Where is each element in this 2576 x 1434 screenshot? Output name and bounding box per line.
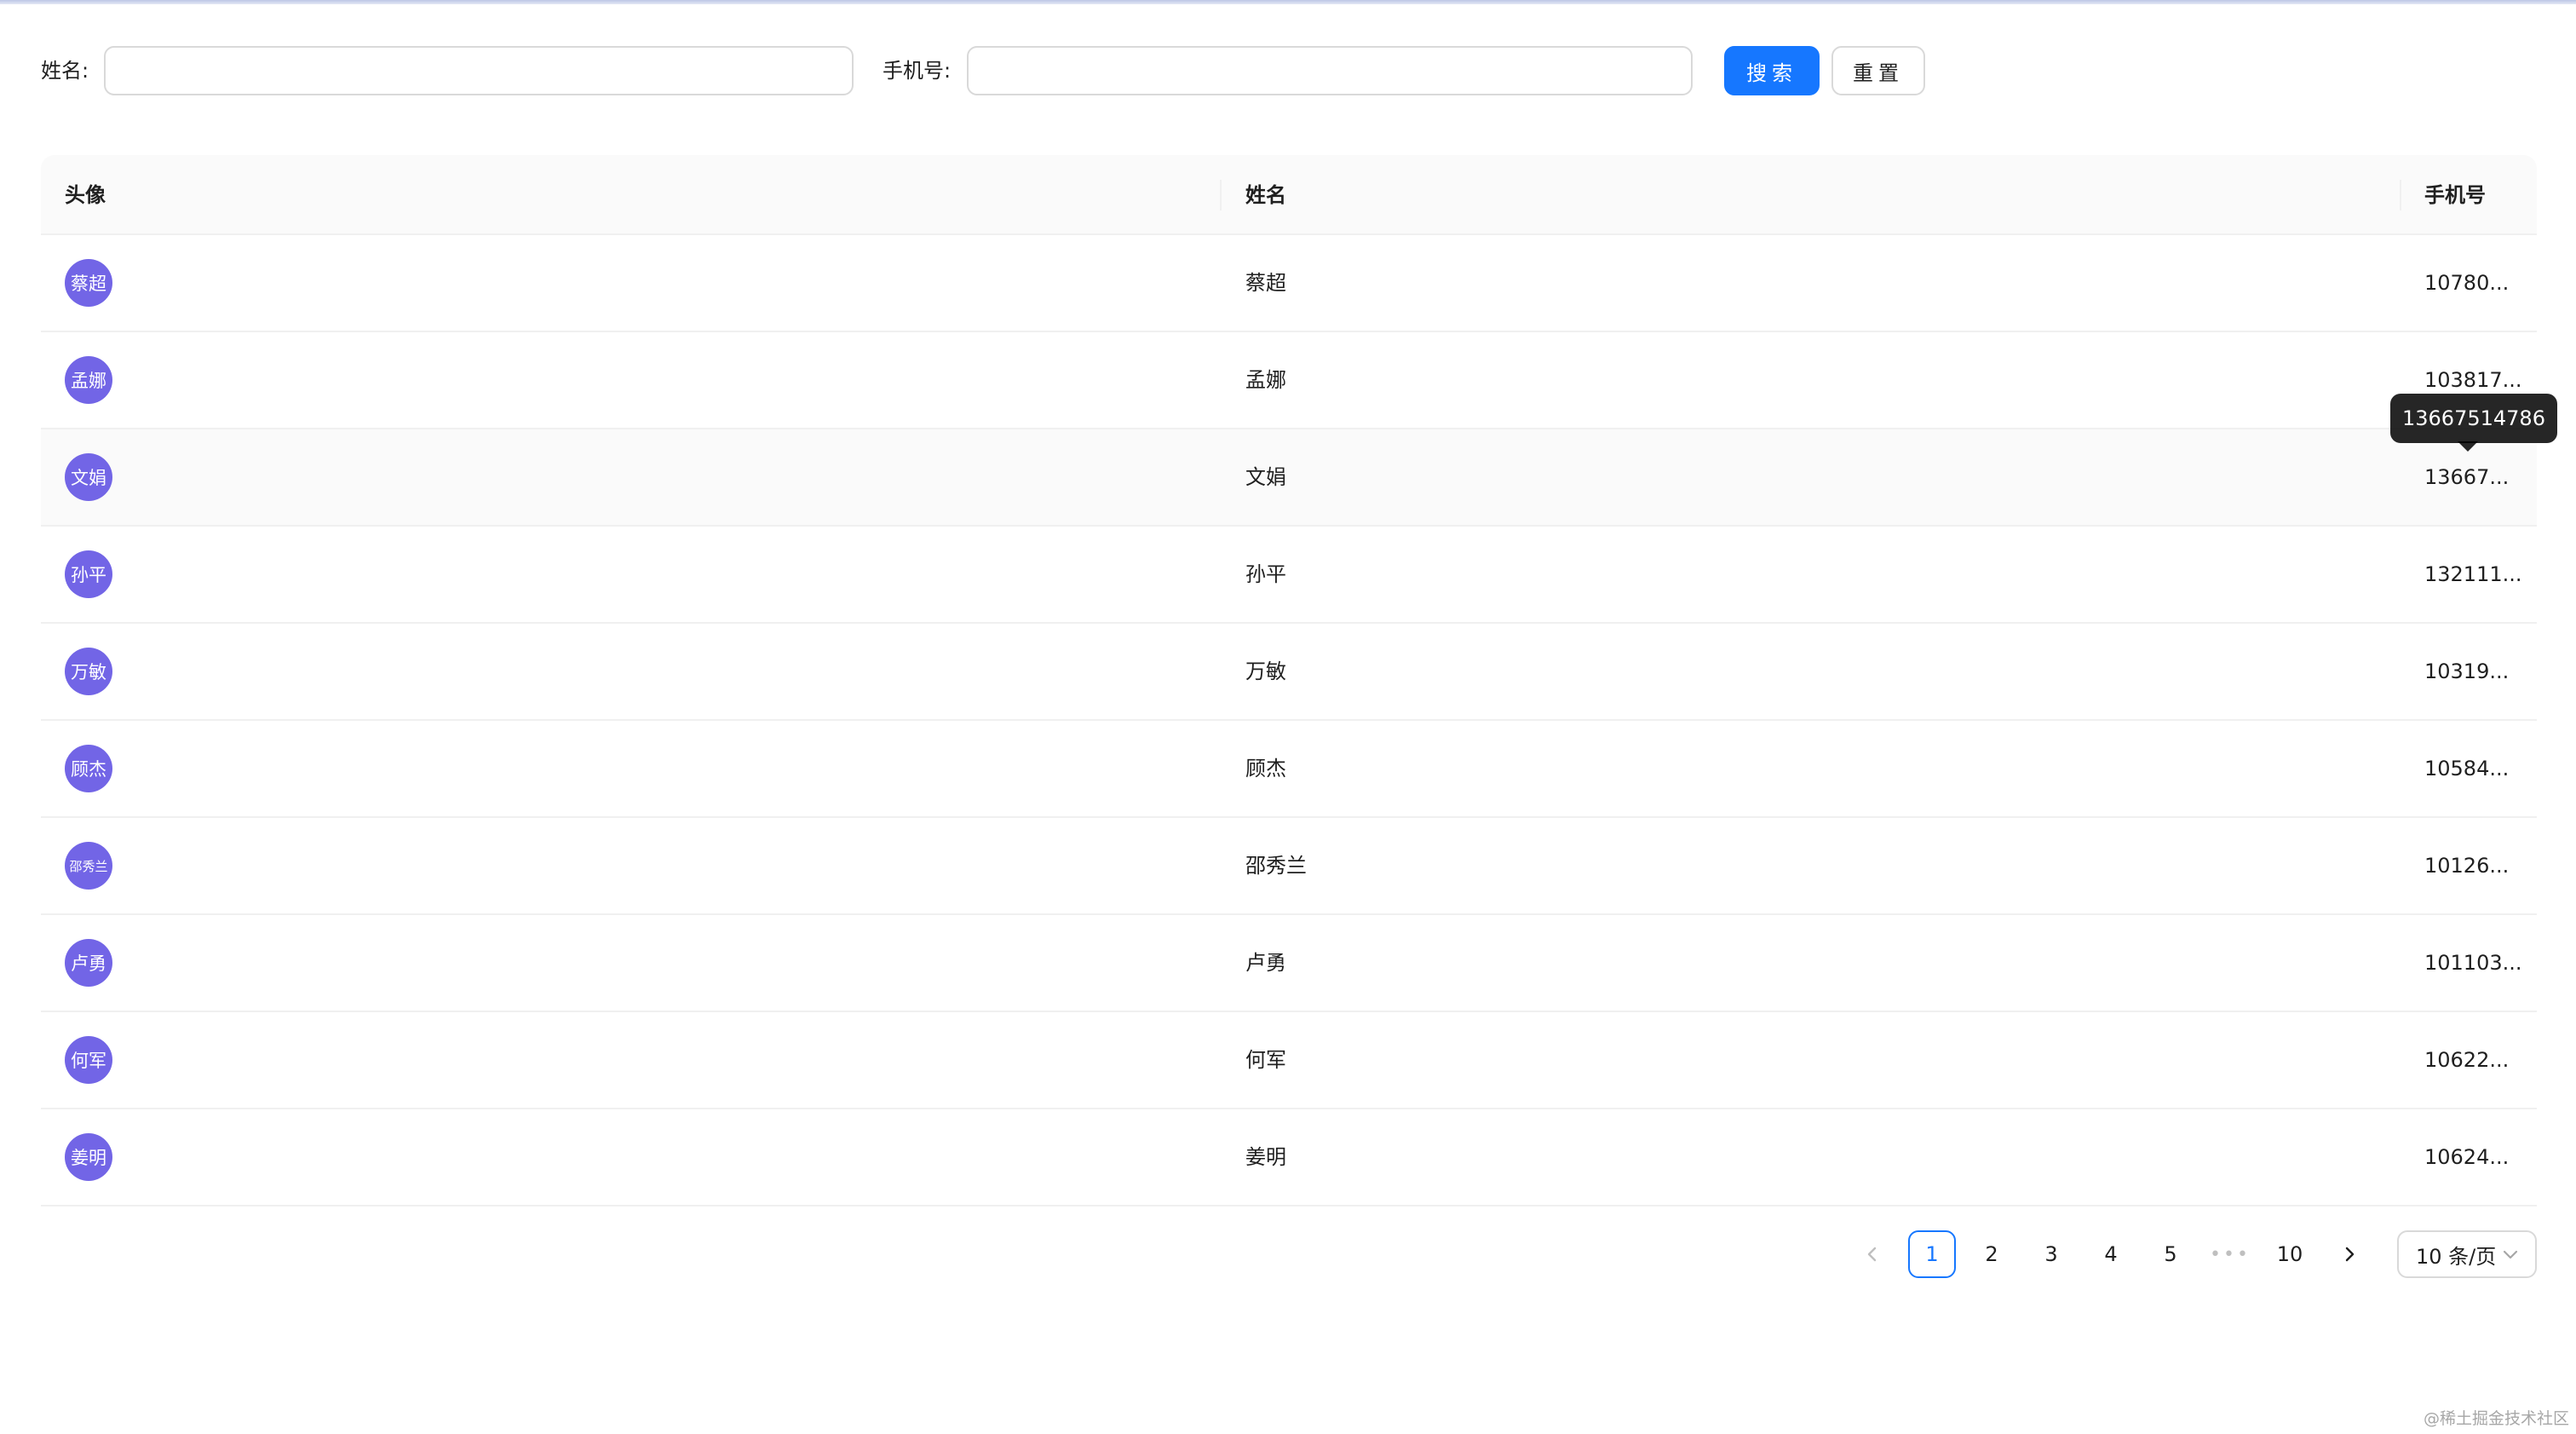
table-row: 邵秀兰 邵秀兰 10126... <box>41 818 2537 915</box>
page-2-button[interactable]: 2 <box>1968 1230 2015 1278</box>
top-accent-bar <box>0 0 2576 4</box>
avatar: 孟娜 <box>65 356 112 404</box>
avatar: 文娟 <box>65 453 112 501</box>
name-label: 姓名: <box>41 59 89 83</box>
row-name: 何军 <box>1245 1048 1286 1072</box>
row-name: 卢勇 <box>1245 951 1286 975</box>
chevron-left-icon <box>1867 1247 1877 1262</box>
avatar: 蔡超 <box>65 259 112 307</box>
page-5-button[interactable]: 5 <box>2147 1230 2194 1278</box>
table-row: 顾杰 顾杰 10584... <box>41 721 2537 818</box>
row-phone[interactable]: 10126... <box>2424 818 2509 913</box>
reset-button[interactable]: 重置 <box>1831 46 1925 95</box>
column-separator <box>1220 180 1222 210</box>
row-name: 孙平 <box>1245 562 1286 586</box>
table-header: 头像 姓名 手机号 <box>41 155 2537 235</box>
row-name: 姜明 <box>1245 1145 1286 1169</box>
table-row: 孙平 孙平 132111... <box>41 527 2537 624</box>
jump-next-ellipsis[interactable]: ••• <box>2206 1230 2254 1278</box>
tooltip-arrow <box>2458 441 2478 452</box>
column-header-name: 姓名 <box>1245 183 1286 207</box>
row-phone[interactable]: 101103... <box>2424 915 2522 1011</box>
column-separator <box>2400 180 2401 210</box>
page-size-select[interactable]: 10 条/页 <box>2397 1230 2537 1278</box>
row-phone[interactable]: 132111... <box>2424 527 2522 622</box>
name-input[interactable] <box>104 46 854 95</box>
table-row: 卢勇 卢勇 101103... <box>41 915 2537 1012</box>
table-row: 文娟 文娟 13667... <box>41 429 2537 527</box>
row-phone[interactable]: 10622... <box>2424 1012 2509 1108</box>
search-button[interactable]: 搜索 <box>1724 46 1820 95</box>
avatar: 顾杰 <box>65 745 112 792</box>
page-1-button[interactable]: 1 <box>1908 1230 1956 1278</box>
column-header-avatar: 头像 <box>65 183 106 207</box>
page-10-button[interactable]: 10 <box>2266 1230 2314 1278</box>
row-name: 孟娜 <box>1245 368 1286 392</box>
avatar: 邵秀兰 <box>65 842 112 890</box>
row-name: 蔡超 <box>1245 271 1286 295</box>
table-row: 孟娜 孟娜 103817... <box>41 332 2537 429</box>
table-row: 姜明 姜明 10624... <box>41 1109 2537 1207</box>
row-phone[interactable]: 10624... <box>2424 1109 2509 1205</box>
prev-page-button[interactable] <box>1849 1230 1896 1278</box>
table-row: 蔡超 蔡超 10780... <box>41 235 2537 332</box>
avatar: 卢勇 <box>65 939 112 987</box>
avatar: 孙平 <box>65 550 112 598</box>
avatar: 姜明 <box>65 1133 112 1181</box>
chevron-down-icon <box>2503 1250 2518 1259</box>
column-header-phone: 手机号 <box>2424 183 2486 207</box>
watermark: @稀土掘金技术社区 <box>2423 1409 2569 1428</box>
row-phone[interactable]: 10780... <box>2424 235 2509 331</box>
row-name: 万敏 <box>1245 659 1286 683</box>
table-row: 万敏 万敏 10319... <box>41 624 2537 721</box>
table-row: 何军 何军 10622... <box>41 1012 2537 1109</box>
avatar: 万敏 <box>65 648 112 695</box>
page-4-button[interactable]: 4 <box>2087 1230 2135 1278</box>
row-phone[interactable]: 10584... <box>2424 721 2509 816</box>
page-3-button[interactable]: 3 <box>2027 1230 2075 1278</box>
phone-tooltip: 13667514786 <box>2390 394 2557 443</box>
phone-input[interactable] <box>967 46 1693 95</box>
chevron-right-icon <box>2345 1247 2355 1262</box>
page-size-value: 10 条/页 <box>2416 1244 2497 1269</box>
phone-label: 手机号: <box>883 59 952 83</box>
avatar: 何军 <box>65 1036 112 1084</box>
row-phone[interactable]: 10319... <box>2424 624 2509 719</box>
next-page-button[interactable] <box>2326 1230 2373 1278</box>
search-form: 姓名: 手机号: 搜索 重置 <box>41 46 2537 95</box>
row-name: 邵秀兰 <box>1245 854 1307 878</box>
user-table: 头像 姓名 手机号 蔡超 蔡超 10780... 孟娜 孟娜 103817...… <box>41 155 2537 1207</box>
row-name: 顾杰 <box>1245 757 1286 780</box>
row-name: 文娟 <box>1245 465 1286 489</box>
